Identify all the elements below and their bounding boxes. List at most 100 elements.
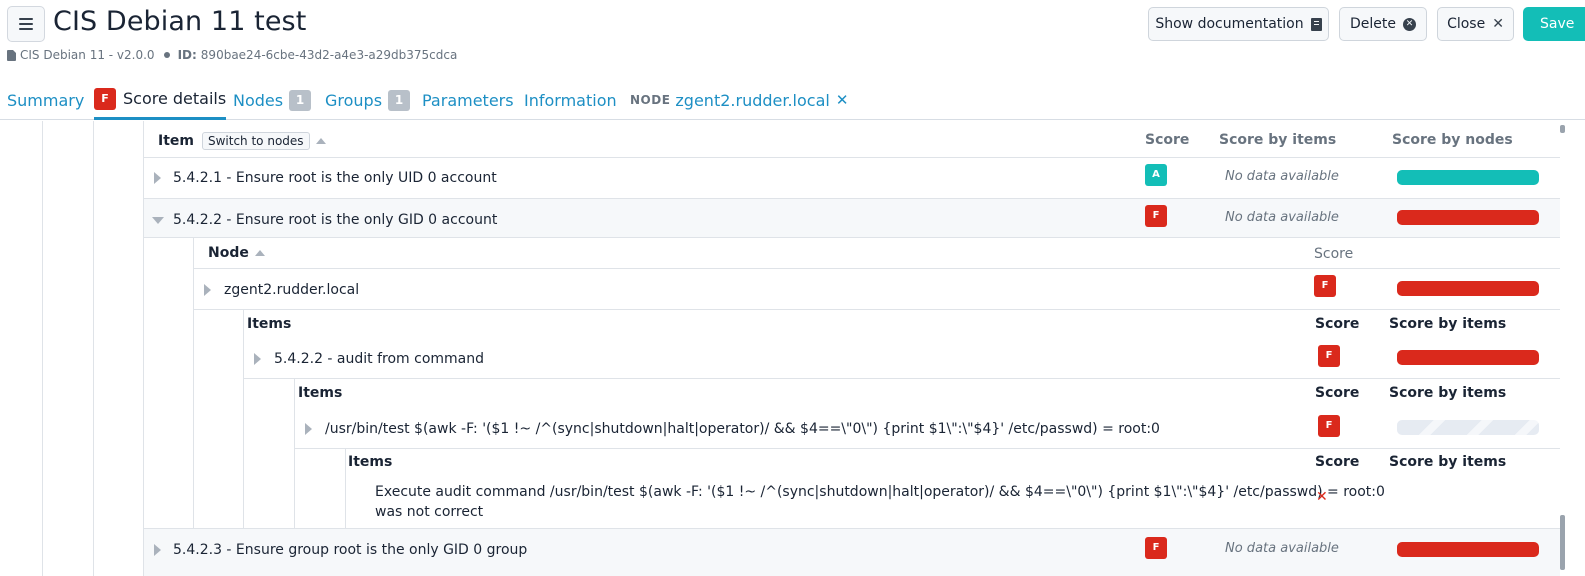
tree-guide	[143, 121, 144, 576]
circle-close-icon: ✕	[1403, 17, 1416, 31]
close-button[interactable]: Close ✕	[1437, 7, 1514, 41]
tree-guide	[42, 121, 43, 576]
item-row[interactable]: 5.4.2.2 - audit from command	[254, 351, 484, 367]
close-icon[interactable]: ✕	[836, 91, 849, 109]
divider	[143, 157, 1560, 158]
message-text: Execute audit command /usr/bin/test $(aw…	[375, 484, 1385, 500]
score-badge: F	[1318, 415, 1340, 437]
tab-information-label: Information	[524, 90, 617, 110]
row-label: 5.4.2.1 - Ensure root is the only UID 0 …	[173, 170, 497, 186]
node-name: zgent2.rudder.local	[224, 282, 360, 298]
delete-button[interactable]: Delete ✕	[1339, 7, 1427, 41]
table-row[interactable]: 5.4.2.3 - Ensure group root is the only …	[154, 542, 527, 558]
file-icon	[7, 49, 16, 61]
close-icon: ✕	[1492, 16, 1504, 32]
no-data-text: No data available	[1225, 210, 1339, 225]
divider	[294, 448, 1560, 449]
show-documentation-button[interactable]: Show documentation	[1148, 7, 1329, 41]
score-by-items-bar	[1397, 420, 1539, 435]
col-items-header: Items	[298, 385, 343, 401]
table-row[interactable]: 5.4.2.2 - Ensure root is the only GID 0 …	[152, 212, 497, 228]
tab-parameters[interactable]: Parameters	[422, 80, 514, 120]
groups-count-badge: 1	[388, 89, 411, 111]
tab-groups-label: Groups	[325, 90, 383, 110]
sort-asc-icon[interactable]	[254, 250, 265, 256]
book-icon	[1310, 17, 1322, 31]
scrollbar-top-mark[interactable]	[1560, 125, 1565, 133]
col-score-items-header: Score by items	[1389, 385, 1507, 401]
tab-score-details-label: Score details	[123, 89, 227, 108]
row-label: 5.4.2.2 - Ensure root is the only GID 0 …	[173, 212, 498, 228]
switch-to-nodes-button[interactable]: Switch to nodes	[201, 132, 310, 150]
col-score-header: Score	[1315, 316, 1360, 332]
tree-guide	[93, 121, 94, 576]
id-label: ID:	[177, 48, 197, 62]
tab-node-label: zgent2.rudder.local	[675, 90, 830, 110]
tree-guide	[294, 378, 295, 528]
separator-dot	[163, 52, 170, 58]
col-items-header: Items	[348, 454, 393, 470]
sort-asc-icon[interactable]	[315, 138, 326, 144]
col-score-header: Score	[1315, 385, 1360, 401]
score-by-items-bar	[1397, 281, 1539, 296]
score-badge: A	[1145, 164, 1167, 186]
score-by-nodes-bar	[1397, 170, 1539, 185]
col-score-header[interactable]: Score	[1314, 246, 1353, 262]
score-by-nodes-bar	[1397, 542, 1539, 557]
node-header: Node	[208, 245, 265, 261]
score-badge: F	[1314, 275, 1336, 297]
tab-bar: Summary F Score details Nodes 1 Groups 1…	[0, 80, 1585, 120]
tab-summary-label: Summary	[7, 90, 85, 110]
table-row[interactable]: 5.4.2.1 - Ensure root is the only UID 0 …	[154, 170, 497, 186]
col-score-items-header[interactable]: Score by items	[1219, 132, 1336, 148]
tab-summary[interactable]: Summary	[7, 80, 84, 120]
chevron-right-icon[interactable]	[154, 544, 161, 556]
score-badge: F	[1318, 345, 1340, 367]
score-badge: F	[94, 87, 116, 110]
tree-guide	[243, 309, 244, 528]
tab-node[interactable]: NODE zgent2.rudder.local ✕	[630, 80, 848, 120]
tab-nodes-label: Nodes	[233, 90, 284, 110]
chevron-right-icon[interactable]	[305, 423, 312, 435]
chevron-right-icon[interactable]	[204, 284, 211, 296]
divider	[193, 268, 1560, 269]
scrollbar-thumb[interactable]	[1560, 515, 1565, 570]
chevron-right-icon[interactable]	[154, 172, 161, 184]
col-score-items-header: Score by items	[1389, 454, 1507, 470]
nodes-count-badge: 1	[289, 89, 312, 111]
tree-guide	[193, 237, 194, 528]
score-by-items-bar	[1397, 350, 1539, 365]
delete-label: Delete	[1350, 16, 1396, 32]
tab-nodes[interactable]: Nodes 1	[233, 80, 312, 120]
message-text: was not correct	[375, 504, 484, 520]
no-data-text: No data available	[1225, 541, 1339, 556]
item-label: /usr/bin/test $(awk -F: '($1 !~ /^(sync|…	[325, 421, 1160, 437]
menu-toggle-button[interactable]	[7, 6, 45, 42]
tab-score-details[interactable]: F Score details	[94, 80, 227, 120]
score-badge: F	[1145, 205, 1167, 227]
col-score-nodes-header[interactable]: Score by nodes	[1392, 132, 1513, 148]
col-score-header[interactable]: Score	[1145, 132, 1189, 148]
tab-groups[interactable]: Groups 1	[325, 80, 411, 120]
col-node-header[interactable]: Node	[208, 245, 249, 261]
save-label: Save	[1540, 16, 1575, 32]
close-icon: ✕	[1316, 489, 1328, 505]
chevron-down-icon[interactable]	[152, 216, 164, 224]
chevron-right-icon[interactable]	[254, 353, 261, 365]
save-button[interactable]: Save	[1523, 7, 1585, 41]
col-score-items-header: Score by items	[1389, 316, 1507, 332]
technique-info: CIS Debian 11 - v2.0.0 ID: 890bae24-6cbe…	[7, 47, 457, 63]
tab-node-prefix: NODE	[630, 93, 671, 107]
items-header: Item Switch to nodes	[158, 130, 326, 152]
divider	[193, 309, 1560, 310]
no-data-text: No data available	[1225, 169, 1339, 184]
divider	[143, 237, 1560, 238]
col-item-header: Item	[158, 133, 194, 149]
tree-guide	[345, 448, 346, 528]
item-row[interactable]: /usr/bin/test $(awk -F: '($1 !~ /^(sync|…	[305, 421, 1160, 437]
id-value: 890bae24-6cbe-43d2-a4e3-a29db375cdca	[200, 48, 458, 62]
score-by-nodes-bar	[1397, 210, 1539, 225]
node-row[interactable]: zgent2.rudder.local	[204, 282, 359, 298]
tab-information[interactable]: Information	[524, 80, 617, 120]
close-label: Close	[1447, 16, 1486, 32]
